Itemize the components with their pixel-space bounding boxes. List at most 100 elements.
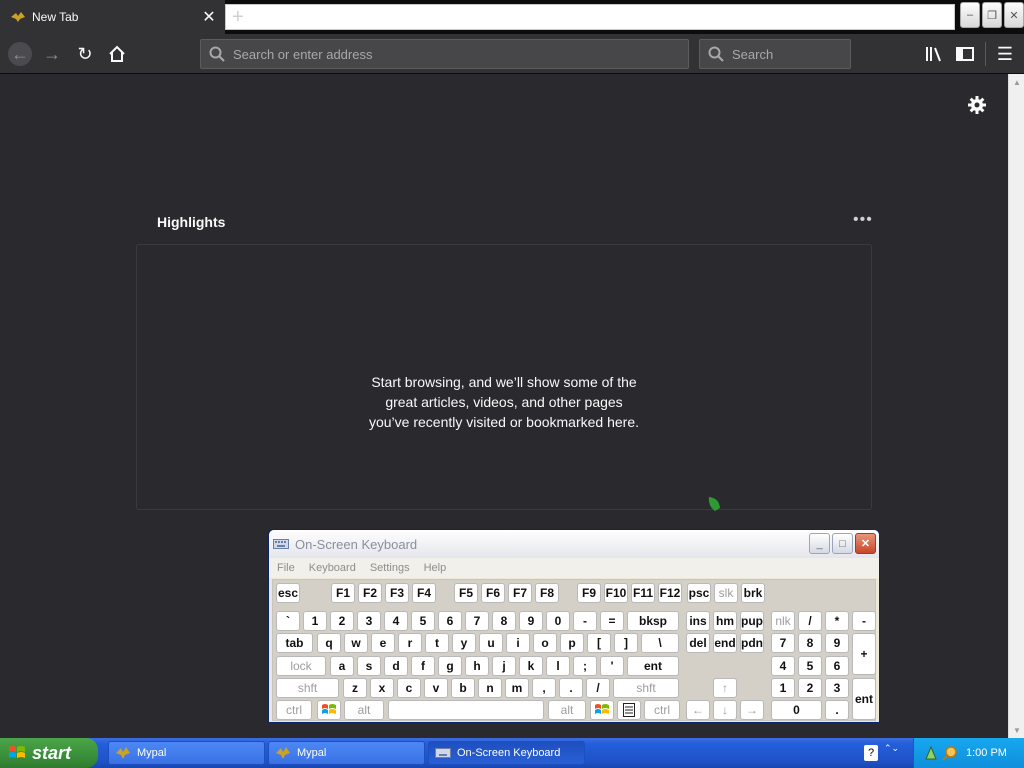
network-icon[interactable] <box>924 745 938 761</box>
osk-key-x92[interactable]: \ <box>641 633 679 653</box>
osk-maximize-button[interactable]: □ <box>832 533 853 554</box>
osk-key-end[interactable]: end <box>713 633 737 653</box>
osk-key-4[interactable]: 4 <box>384 611 408 631</box>
tab-new-tab[interactable]: New Tab ✕ <box>0 0 225 34</box>
osk-key-alt[interactable]: alt <box>548 700 586 720</box>
osk-key-2[interactable]: 2 <box>330 611 354 631</box>
library-icon[interactable] <box>922 42 946 66</box>
osk-key-esc[interactable]: esc <box>276 583 300 603</box>
osk-key-x47[interactable]: / <box>586 678 610 698</box>
osk-key-shft[interactable]: shft <box>613 678 679 698</box>
osk-key-w[interactable]: w <box>344 633 368 653</box>
osk-key-z[interactable]: z <box>343 678 367 698</box>
osk-key-tab[interactable]: tab <box>276 633 313 653</box>
osk-key-n[interactable]: n <box>478 678 502 698</box>
osk-key-x8592[interactable]: ← <box>686 700 710 720</box>
osk-key-c[interactable]: c <box>397 678 421 698</box>
gear-icon[interactable] <box>966 94 988 116</box>
osk-key-3[interactable]: 3 <box>357 611 381 631</box>
osk-key-pdn[interactable]: pdn <box>740 633 764 653</box>
osk-key-F4[interactable]: F4 <box>412 583 436 603</box>
osk-key-x44[interactable]: , <box>532 678 556 698</box>
osk-key-psc[interactable]: psc <box>687 583 711 603</box>
osk-key-q[interactable]: q <box>317 633 341 653</box>
osk-key-6[interactable]: 6 <box>438 611 462 631</box>
home-icon[interactable] <box>105 42 129 66</box>
osk-key-alt[interactable]: alt <box>344 700 384 720</box>
osk-key-F3[interactable]: F3 <box>385 583 409 603</box>
osk-title-bar[interactable]: On-Screen Keyboard <box>269 530 879 558</box>
osk-key-F11[interactable]: F11 <box>631 583 655 603</box>
osk-key-p[interactable]: p <box>560 633 584 653</box>
osk-key-x43[interactable]: + <box>852 633 876 675</box>
osk-key-x45[interactable]: - <box>573 611 597 631</box>
osk-key-windows-icon[interactable] <box>317 700 341 720</box>
reload-icon[interactable]: ↻ <box>73 42 97 66</box>
osk-key-F6[interactable]: F6 <box>481 583 505 603</box>
osk-key-x93[interactable]: ] <box>614 633 638 653</box>
osk-key-l[interactable]: l <box>546 656 570 676</box>
osk-key-shft[interactable]: shft <box>276 678 339 698</box>
osk-key-x39[interactable]: ' <box>600 656 624 676</box>
osk-key-o[interactable]: o <box>533 633 557 653</box>
vertical-scrollbar[interactable]: ▲ ▼ <box>1008 74 1024 738</box>
osk-key-x8595[interactable]: ↓ <box>713 700 737 720</box>
osk-key-5[interactable]: 5 <box>411 611 435 631</box>
osk-key-brk[interactable]: brk <box>741 583 765 603</box>
osk-key-v[interactable]: v <box>424 678 448 698</box>
search-bar[interactable]: Search <box>699 39 851 69</box>
osk-key-9[interactable]: 9 <box>825 633 849 653</box>
osk-key-hm[interactable]: hm <box>713 611 737 631</box>
osk-key-x46[interactable]: . <box>825 700 849 720</box>
tab-close-icon[interactable]: ✕ <box>199 7 219 27</box>
osk-key-8[interactable]: 8 <box>798 633 822 653</box>
help-icon[interactable]: ? <box>864 745 878 761</box>
osk-key-nlk[interactable]: nlk <box>771 611 795 631</box>
osk-key-5[interactable]: 5 <box>798 656 822 676</box>
osk-key-lock[interactable]: lock <box>276 656 326 676</box>
osk-key-del[interactable]: del <box>686 633 710 653</box>
close-window-button[interactable]: ✕ <box>1004 2 1024 28</box>
osk-key-3[interactable]: 3 <box>825 678 849 698</box>
scroll-down-icon[interactable]: ▼ <box>1011 724 1023 736</box>
new-tab-button[interactable]: + <box>232 6 244 29</box>
osk-key-r[interactable]: r <box>398 633 422 653</box>
magnifier-icon[interactable] <box>942 745 958 761</box>
back-arrow-icon[interactable]: ← <box>8 42 32 66</box>
osk-key-ent[interactable]: ent <box>852 678 876 720</box>
osk-key-F8[interactable]: F8 <box>535 583 559 603</box>
osk-key-x61[interactable]: = <box>600 611 624 631</box>
osk-key-g[interactable]: g <box>438 656 462 676</box>
osk-key-x47[interactable]: / <box>798 611 822 631</box>
osk-key-F10[interactable]: F10 <box>604 583 628 603</box>
osk-key-y[interactable]: y <box>452 633 476 653</box>
osk-key-ins[interactable]: ins <box>686 611 710 631</box>
osk-key-x42[interactable]: * <box>825 611 849 631</box>
osk-menu-settings[interactable]: Settings <box>370 562 410 574</box>
taskbar-item-mypal[interactable]: Mypal <box>108 741 265 765</box>
osk-key-ent[interactable]: ent <box>627 656 679 676</box>
osk-key-4[interactable]: 4 <box>771 656 795 676</box>
expand-tray-icon[interactable]: ⌃⌄ <box>884 744 899 753</box>
osk-key-x[interactable]: x <box>370 678 394 698</box>
start-button[interactable]: start <box>0 738 98 768</box>
osk-menu-keyboard[interactable]: Keyboard <box>309 562 356 574</box>
hamburger-menu-icon[interactable]: ☰ <box>993 42 1017 66</box>
osk-minimize-button[interactable]: _ <box>809 533 830 554</box>
osk-key-8[interactable]: 8 <box>492 611 516 631</box>
osk-key-2[interactable]: 2 <box>798 678 822 698</box>
osk-key-ctrl[interactable]: ctrl <box>644 700 680 720</box>
osk-key-x8594[interactable]: → <box>740 700 764 720</box>
osk-key-x96[interactable]: ` <box>276 611 300 631</box>
osk-key-h[interactable]: h <box>465 656 489 676</box>
address-bar[interactable]: Search or enter address <box>200 39 689 69</box>
osk-key-x59[interactable]: ; <box>573 656 597 676</box>
osk-key-k[interactable]: k <box>519 656 543 676</box>
osk-key-space[interactable] <box>388 700 544 720</box>
minimize-button[interactable]: – <box>960 2 980 28</box>
osk-key-pup[interactable]: pup <box>740 611 764 631</box>
osk-key-windows-icon[interactable] <box>590 700 614 720</box>
osk-key-F1[interactable]: F1 <box>331 583 355 603</box>
osk-key-ctrl[interactable]: ctrl <box>276 700 312 720</box>
osk-key-F2[interactable]: F2 <box>358 583 382 603</box>
